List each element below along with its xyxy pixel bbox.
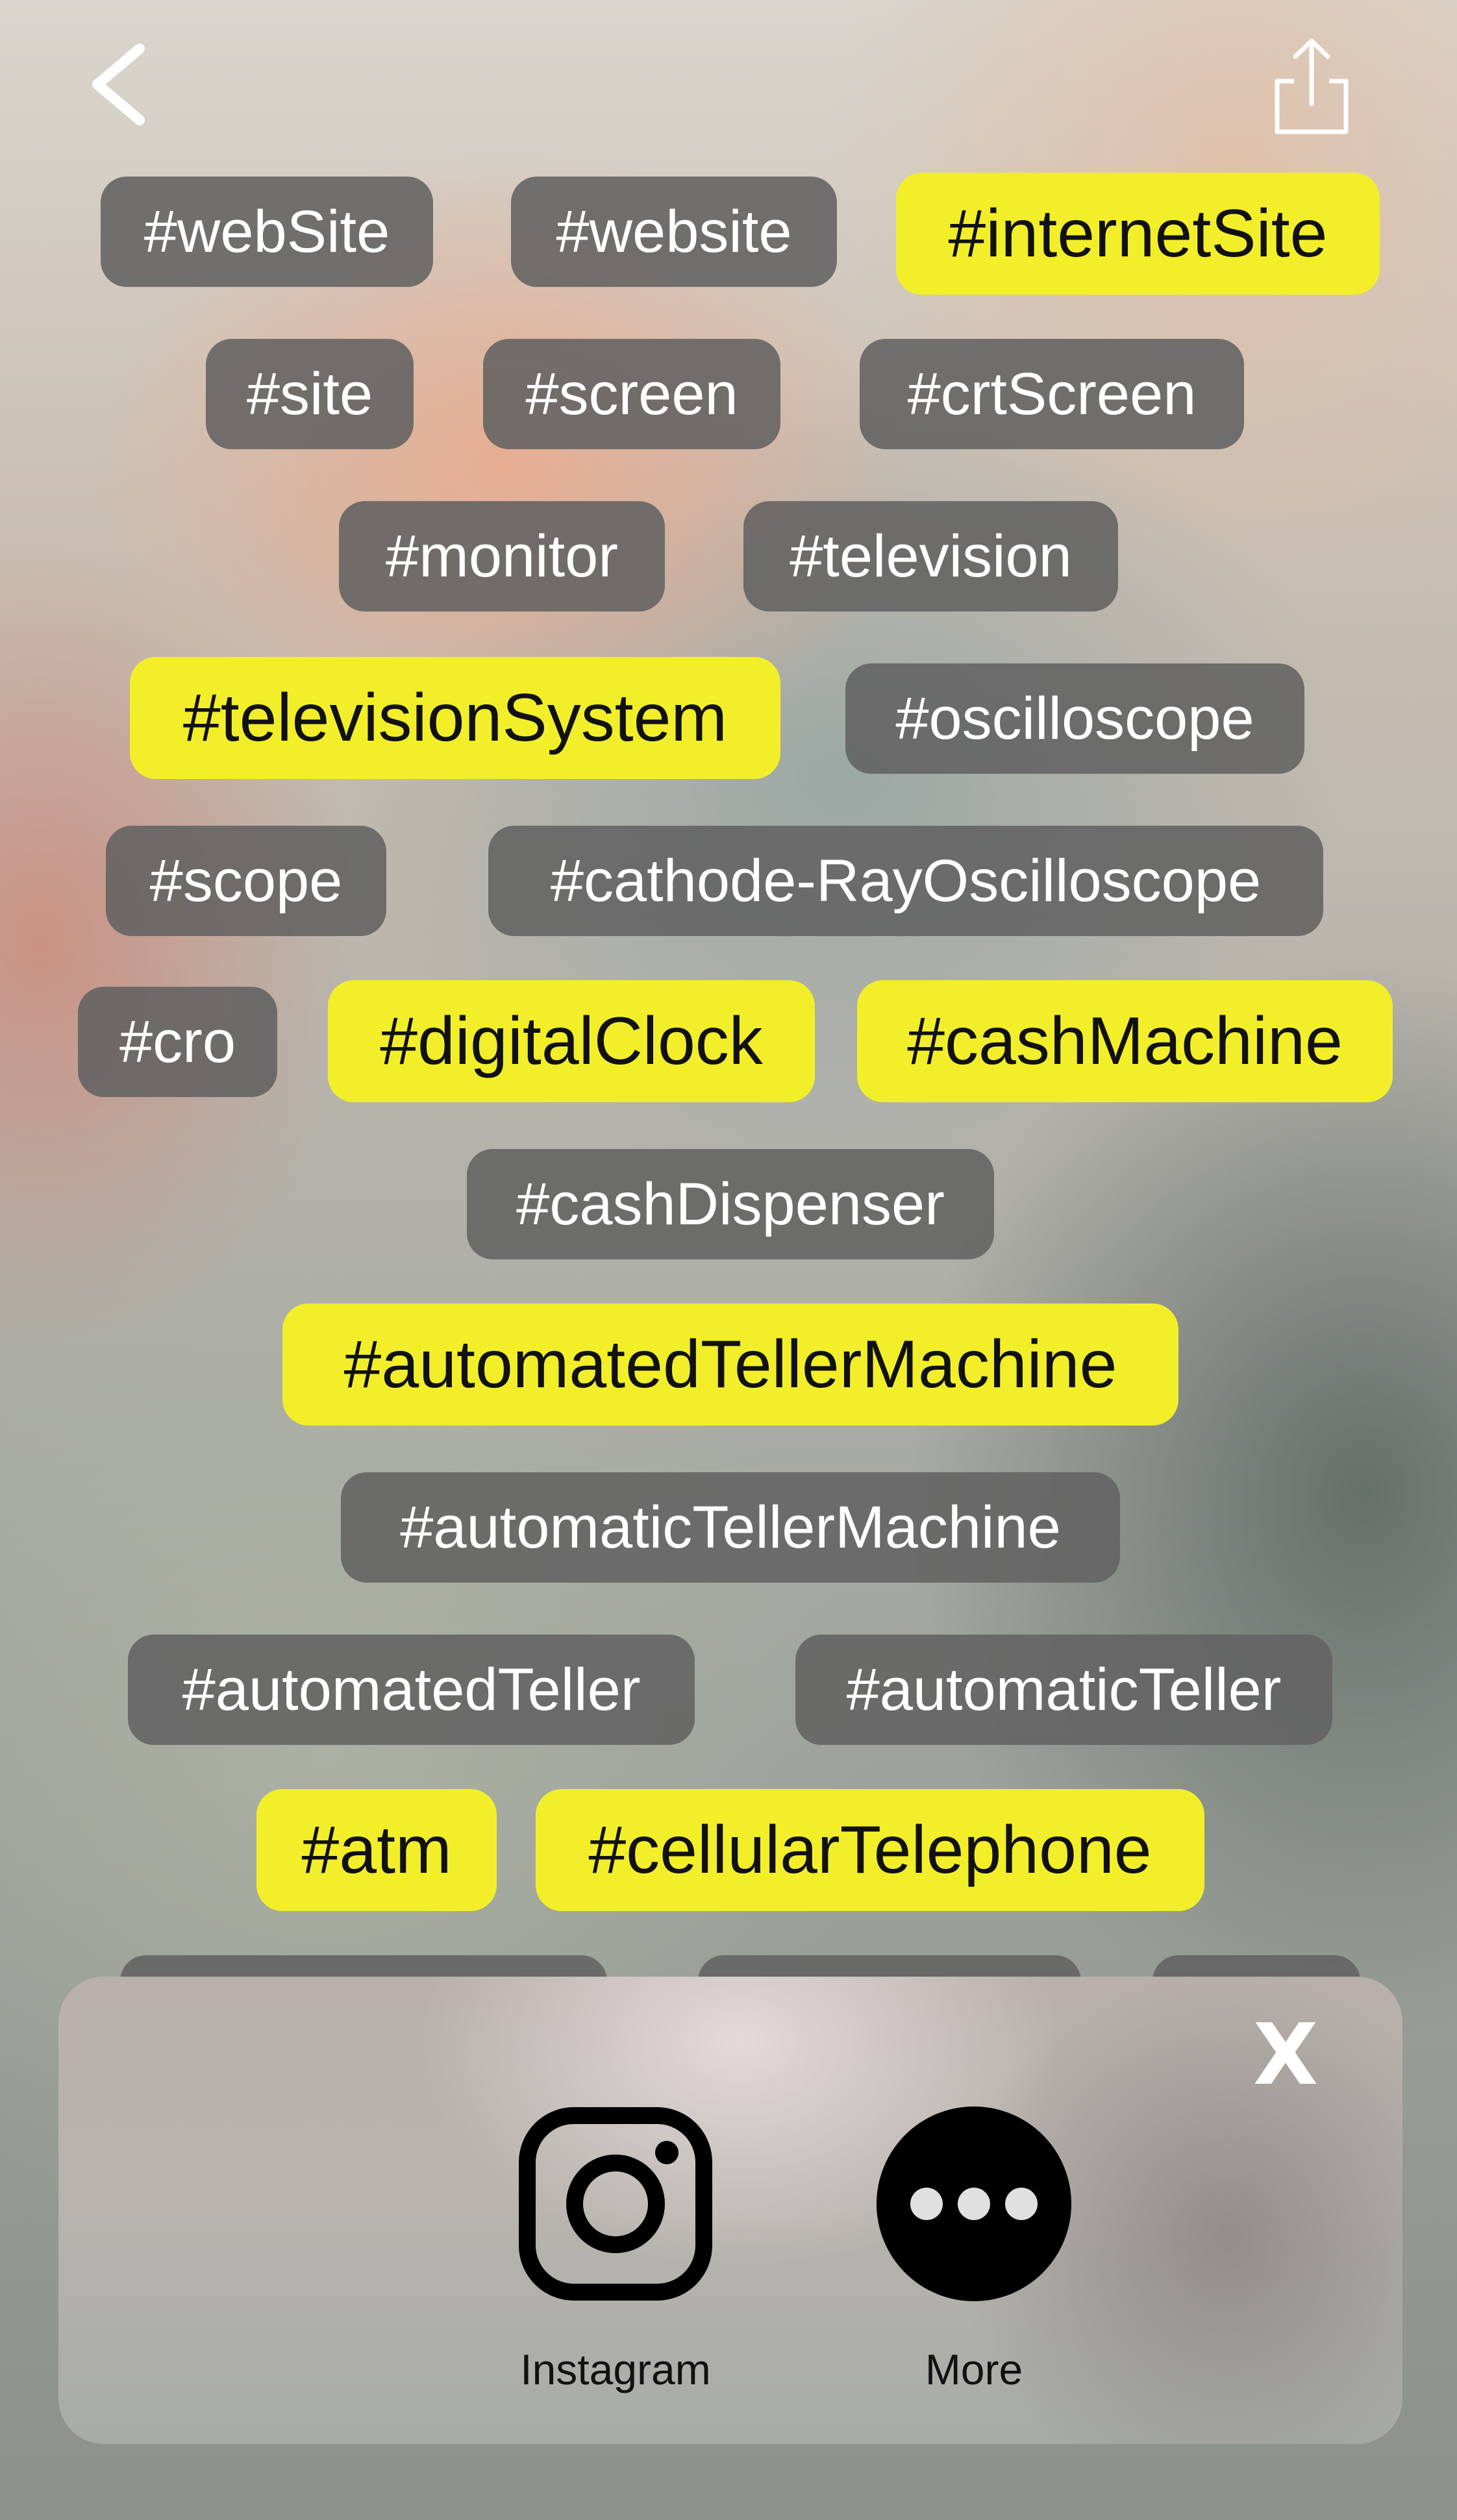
hashtag-chip-highlighted[interactable]: #automatedTellerMachine bbox=[282, 1303, 1178, 1426]
share-sheet: X Instagram More bbox=[58, 1977, 1402, 2444]
hashtag-chip[interactable]: #monitor bbox=[339, 501, 665, 611]
hashtag-chip[interactable]: #cro bbox=[78, 987, 277, 1097]
share-item-label: More bbox=[925, 2345, 1023, 2393]
hashtag-chip[interactable]: #automatedTeller bbox=[128, 1635, 695, 1745]
hashtag-chip[interactable]: #site bbox=[206, 339, 414, 449]
more-icon bbox=[877, 2106, 1071, 2301]
hashtag-chip[interactable]: #television bbox=[743, 501, 1118, 611]
hashtag-chip-highlighted[interactable]: #digitalClock bbox=[328, 980, 815, 1102]
share-item-label: Instagram bbox=[520, 2345, 711, 2393]
hashtag-chip-highlighted[interactable]: #cashMachine bbox=[857, 980, 1393, 1102]
hashtag-chip[interactable]: #screen bbox=[483, 339, 780, 449]
hashtag-chip-highlighted[interactable]: #atm bbox=[256, 1789, 497, 1911]
instagram-icon bbox=[518, 2106, 713, 2301]
hashtag-chip[interactable]: #cathode-RayOscilloscope bbox=[488, 826, 1323, 936]
hashtag-chip-highlighted[interactable]: #cellularTelephone bbox=[536, 1789, 1204, 1911]
hashtag-chip[interactable]: #webSite bbox=[101, 177, 433, 287]
chevron-left-icon bbox=[92, 43, 145, 125]
hashtag-chip-highlighted[interactable]: #internetSite bbox=[896, 173, 1380, 295]
share-icon bbox=[1275, 38, 1349, 134]
share-button[interactable] bbox=[1269, 36, 1354, 140]
share-more-button[interactable]: More bbox=[844, 2106, 1104, 2412]
back-button[interactable] bbox=[78, 36, 156, 133]
hashtag-chip[interactable]: #crtScreen bbox=[860, 339, 1244, 449]
close-button[interactable]: X bbox=[1237, 2009, 1334, 2100]
hashtag-chip[interactable]: #automaticTeller bbox=[795, 1635, 1332, 1745]
hashtag-chip[interactable]: #scope bbox=[106, 826, 386, 936]
hashtag-chip[interactable]: #cashDispenser bbox=[467, 1149, 994, 1259]
hashtag-chip[interactable]: #automaticTellerMachine bbox=[341, 1472, 1120, 1583]
hashtag-chip[interactable]: #oscilloscope bbox=[845, 663, 1304, 774]
share-instagram-button[interactable]: Instagram bbox=[486, 2106, 745, 2412]
hashtag-chip[interactable]: #website bbox=[511, 177, 837, 287]
hashtag-chip-highlighted[interactable]: #televisionSystem bbox=[130, 657, 780, 779]
